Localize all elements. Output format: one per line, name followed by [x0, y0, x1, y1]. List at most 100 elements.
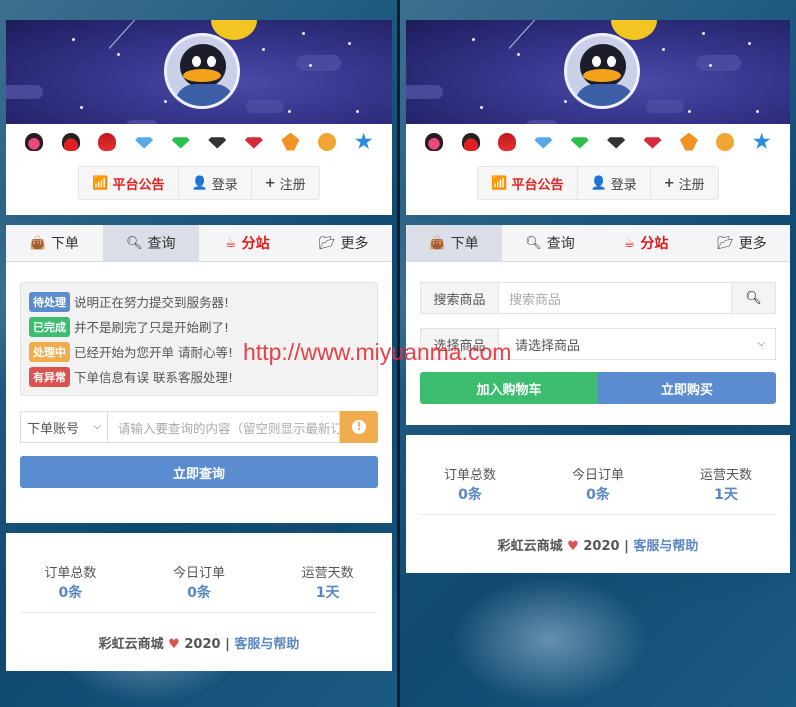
query-pane: 待处理 说明正在努力提交到服务器! 已完成 并不是刷完了只是开始刷了! 处理中 … — [6, 262, 392, 488]
cloud-icon — [526, 120, 558, 124]
status-badge: 已完成 — [29, 316, 70, 337]
product-search-input[interactable]: 搜索商品 — [498, 282, 732, 314]
footer: 彩虹云商城 ♥ 2020 | 客服与帮助 — [497, 539, 699, 554]
help-link[interactable]: 客服与帮助 — [633, 539, 698, 554]
blue-star-icon — [355, 132, 373, 149]
folder-open-icon: 📂︎ — [717, 235, 734, 251]
plus-icon: + — [264, 175, 276, 191]
register-button[interactable]: + 注册 — [252, 167, 319, 199]
search-icon: 🔍︎ — [745, 290, 762, 306]
shooting-star-icon — [108, 20, 170, 49]
star-icon — [117, 53, 120, 56]
query-submit-button[interactable]: 立即查询 — [20, 456, 378, 488]
add-to-cart-button[interactable]: 加入购物车 — [420, 372, 598, 404]
tab-more[interactable]: 📂︎ 更多 — [694, 225, 790, 261]
register-button[interactable]: + 注册 — [651, 167, 718, 199]
login-button[interactable]: 👤 登录 — [179, 167, 252, 199]
cloud-icon — [696, 55, 741, 71]
orange-flame-icon — [281, 132, 300, 151]
tab-bar: 👜 下单 🔍︎ 查询 ☕︎ 分站 📂︎ 更多 — [6, 225, 392, 262]
buy-now-button[interactable]: 立即购买 — [598, 372, 776, 404]
product-search-button[interactable]: 🔍︎ — [732, 282, 776, 314]
main-card: 👜 下单 🔍︎ 查询 ☕︎ 分站 📂︎ 更多 搜索商品 搜索商品 🔍︎ 选择商品… — [406, 225, 790, 425]
help-link[interactable]: 客服与帮助 — [234, 637, 299, 652]
blue-diamond-icon — [534, 137, 553, 149]
cloud-icon — [406, 85, 443, 99]
tab-more[interactable]: 📂︎ 更多 — [295, 225, 392, 261]
cloud-icon — [296, 55, 341, 71]
star-icon — [309, 64, 312, 67]
product-select[interactable]: 请选择商品 ⌵ — [498, 328, 776, 360]
red-diamond-icon — [244, 137, 263, 149]
stat-days-running: 运营天数 1天 — [699, 468, 752, 503]
black-diamond-icon — [208, 137, 227, 149]
star-icon — [472, 38, 475, 41]
status-row: 有异常 下单信息有误 联系客服处理! — [29, 364, 369, 389]
qq-red-hat-icon — [497, 132, 516, 151]
qq-red-pink-icon — [25, 132, 44, 151]
star-icon — [164, 100, 167, 103]
tab-substation[interactable]: ☕︎ 分站 — [598, 225, 694, 261]
black-diamond-icon — [607, 137, 626, 149]
status-badge: 处理中 — [29, 341, 70, 362]
coffee-cup-icon: ☕︎ — [224, 235, 237, 251]
watermark: http://www.miyuanma.com — [243, 339, 512, 365]
star-icon — [517, 53, 520, 56]
order-pane: 搜索商品 搜索商品 🔍︎ 选择商品 请选择商品 ⌵ 加入购物车 立即购买 — [406, 262, 790, 404]
green-diamond-icon — [570, 137, 589, 149]
footer: 彩虹云商城 ♥ 2020 | 客服与帮助 — [98, 637, 300, 652]
tab-order[interactable]: 👜 下单 — [406, 225, 502, 261]
qq-red-penguin-icon — [461, 132, 480, 151]
star-icon — [748, 42, 751, 45]
cloud-icon — [126, 120, 158, 124]
tab-substation[interactable]: ☕︎ 分站 — [199, 225, 296, 261]
shooting-star-icon — [508, 20, 570, 49]
badge-row — [6, 124, 392, 154]
header-card: 📶 平台公告 👤 登录 + 注册 — [406, 20, 790, 215]
star-icon — [288, 110, 291, 113]
shopping-bag-icon: 👜 — [429, 235, 446, 251]
star-icon — [564, 100, 567, 103]
notice-button[interactable]: 📶 平台公告 — [79, 167, 179, 199]
red-diamond-icon — [643, 137, 662, 149]
tab-order[interactable]: 👜 下单 — [6, 225, 103, 261]
query-input[interactable]: 请输入要查询的内容（留空则显示最新订单） — [107, 411, 340, 443]
tab-bar: 👜 下单 🔍︎ 查询 ☕︎ 分站 📂︎ 更多 — [406, 225, 790, 262]
login-button[interactable]: 👤 登录 — [578, 167, 651, 199]
stat-total-orders: 订单总数 0条 — [44, 566, 97, 601]
star-icon — [688, 110, 691, 113]
heart-icon: ♥ — [168, 637, 180, 652]
plus-icon: + — [663, 175, 675, 191]
star-icon — [302, 32, 305, 35]
stats-card: 订单总数 0条 今日订单 0条 运营天数 1天 彩虹云商城 ♥ 2020 | 客… — [6, 533, 392, 671]
cloud-icon — [6, 85, 43, 99]
star-icon — [80, 106, 83, 109]
query-type-select[interactable]: 下单账号 ⌵ — [20, 411, 107, 443]
user-icon: 👤 — [191, 175, 208, 191]
qq-red-hat-icon — [98, 132, 117, 151]
badge-row — [406, 124, 790, 154]
search-icon: 🔍︎ — [125, 235, 143, 251]
qq-red-pink-icon — [425, 132, 444, 151]
yellow-ring-icon — [716, 132, 735, 151]
status-badge: 待处理 — [29, 291, 70, 312]
qq-red-penguin-icon — [61, 132, 80, 151]
coffee-cup-icon: ☕︎ — [623, 235, 636, 251]
divider — [420, 514, 776, 515]
notice-button[interactable]: 📶 平台公告 — [478, 167, 578, 199]
heart-icon: ♥ — [567, 539, 579, 554]
tab-query[interactable]: 🔍︎ 查询 — [502, 225, 598, 261]
stat-total-orders: 订单总数 0条 — [443, 468, 496, 503]
folder-open-icon: 📂︎ — [318, 235, 336, 251]
wifi-icon: 📶 — [92, 175, 109, 191]
status-badge: 有异常 — [29, 366, 70, 387]
query-help-button[interactable]: ! — [340, 411, 378, 443]
header-card: 📶 平台公告 👤 登录 + 注册 — [6, 20, 392, 215]
divider — [20, 612, 378, 613]
star-icon — [348, 42, 351, 45]
yellow-ring-icon — [318, 132, 337, 151]
orange-flame-icon — [679, 132, 698, 151]
tab-query[interactable]: 🔍︎ 查询 — [102, 225, 199, 261]
star-icon — [262, 48, 265, 51]
star-icon — [662, 48, 665, 51]
